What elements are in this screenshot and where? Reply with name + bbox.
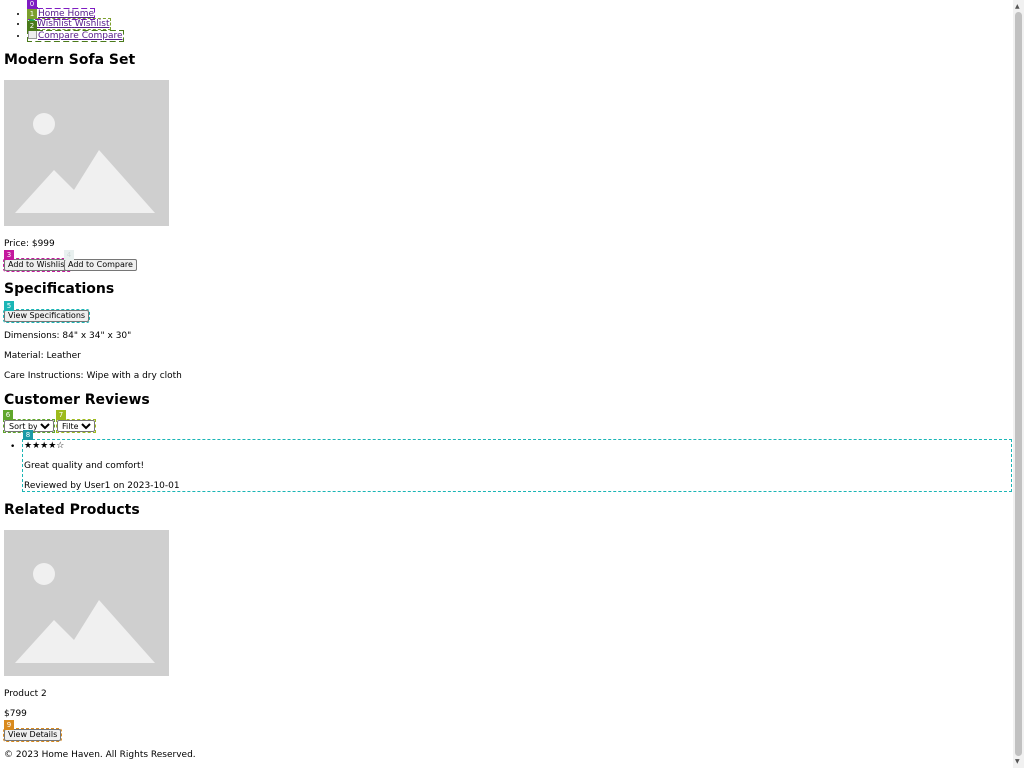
add-to-compare-label: Add to Compare — [68, 260, 133, 269]
view-specifications-label: View Specifications — [8, 311, 86, 320]
product-image — [4, 80, 169, 226]
wishlist-link[interactable]: 1 Wishlist Wishlist — [27, 9, 111, 30]
home-link[interactable]: 0 Home Home — [26, 0, 96, 20]
top-nav: 0 Home Home 1 Wishlist Wishlist 2 Compar… — [8, 0, 124, 42]
specifications-heading: Specifications — [4, 281, 115, 297]
spec-dimensions: Dimensions: 84" x 34" x 30" — [4, 331, 132, 341]
som-tag-1: 1 — [27, 9, 37, 19]
nav-item-compare: 2 Compare Compare — [27, 21, 124, 42]
view-details-button[interactable]: 9 View Details — [2, 720, 63, 742]
related-product-price: $799 — [4, 709, 27, 719]
compare-link[interactable]: 2 Compare Compare — [27, 21, 124, 42]
wishlist-link-label: Wishlist — [74, 19, 110, 29]
nav-item-home: 0 Home Home — [26, 0, 123, 20]
scroll-down-arrow-icon[interactable]: ▼ — [1015, 758, 1020, 765]
filter-select-wrap: 7 Filter by — [56, 410, 96, 433]
review-stars: ★★★★☆ — [24, 441, 65, 451]
product-title: Modern Sofa Set — [4, 52, 136, 68]
som-tag-5: 5 — [4, 301, 14, 311]
review-text: Great quality and comfort! — [24, 461, 145, 471]
wishlist-image-alt: Wishlist — [37, 19, 72, 29]
som-tag-9: 9 — [4, 720, 14, 730]
add-to-wishlist-button[interactable]: 3 Add to Wishlist — [3, 250, 73, 272]
add-to-compare-button[interactable]: 4 Add to Compare — [64, 250, 137, 271]
vertical-scrollbar[interactable]: ▲ ▼ — [1013, 0, 1024, 768]
home-link-label: Home — [67, 9, 95, 19]
review-item[interactable]: 8 • ★★★★☆ Great quality and comfort! Rev… — [10, 430, 1012, 492]
image-placeholder-icon — [4, 80, 169, 226]
scrollbar-thumb[interactable] — [1015, 12, 1022, 756]
review-byline: Reviewed by User1 on 2023-10-01 — [24, 481, 180, 491]
footer-copyright: © 2023 Home Haven. All Rights Reserved. — [4, 750, 196, 760]
filter-select[interactable]: Filter by — [57, 420, 95, 432]
som-tag-0: 0 — [27, 0, 37, 9]
related-products-heading: Related Products — [4, 502, 140, 518]
som-tag-2: 2 — [27, 21, 37, 31]
related-product-image — [4, 530, 169, 676]
compare-link-label: Compare — [81, 31, 123, 41]
image-placeholder-icon — [4, 530, 169, 676]
nav-item-wishlist: 1 Wishlist Wishlist — [27, 9, 123, 30]
spec-material: Material: Leather — [4, 351, 81, 361]
view-specifications-button[interactable]: 5 View Specifications — [2, 301, 91, 323]
home-image-alt: Home — [38, 9, 65, 19]
related-product-name: Product 2 — [4, 689, 47, 699]
page: 0 Home Home 1 Wishlist Wishlist 2 Compar… — [2, 0, 1012, 768]
som-tag-3: 3 — [4, 250, 14, 260]
som-tag-4: 4 — [64, 250, 74, 260]
review-bullet: • — [10, 442, 16, 452]
som-tag-7: 7 — [56, 410, 66, 420]
som-tag-8: 8 — [23, 430, 33, 440]
compare-image-alt: Compare — [38, 31, 79, 41]
som-tag-6: 6 — [3, 410, 13, 420]
view-details-label: View Details — [8, 730, 58, 739]
customer-reviews-heading: Customer Reviews — [4, 392, 150, 408]
scroll-up-arrow-icon[interactable]: ▲ — [1015, 3, 1020, 10]
add-to-wishlist-label: Add to Wishlist — [8, 260, 68, 269]
spec-care: Care Instructions: Wipe with a dry cloth — [4, 371, 182, 381]
product-price: Price: $999 — [4, 239, 55, 249]
compare-image-icon — [28, 30, 37, 39]
